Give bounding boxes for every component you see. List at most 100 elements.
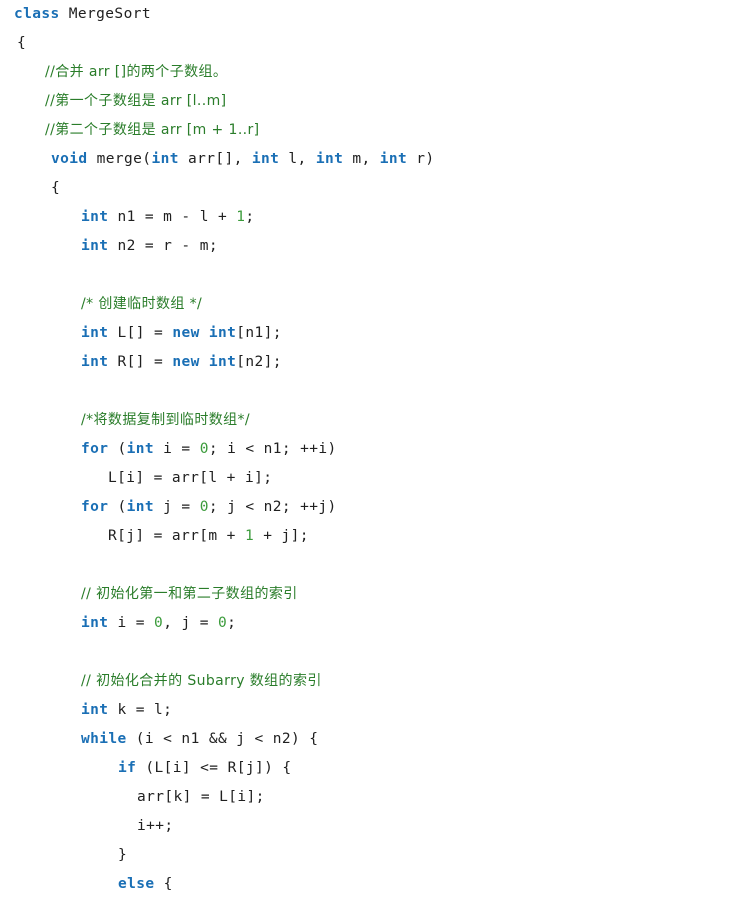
- code-token-keyword: int: [81, 209, 109, 225]
- code-line: R[j] = arr[m + 1 + j];: [0, 522, 732, 551]
- code-token-plain: ; j < n2; ++j): [208, 499, 337, 515]
- code-line: int R[] = new int[n2];: [0, 348, 732, 377]
- code-token-plain: ; i < n1; ++i): [208, 441, 337, 457]
- code-line: /* 创建临时数组 */: [0, 290, 732, 319]
- code-line: else {: [0, 870, 732, 899]
- code-line: //第二个子数组是 arr [m + 1..r]: [0, 116, 732, 145]
- code-token-comment: //第二个子数组是 arr [m + 1..r]: [45, 122, 260, 138]
- code-token-comment: // 初始化第一和第二子数组的索引: [81, 586, 298, 602]
- code-token-plain: arr[],: [178, 151, 252, 167]
- code-token-number: 0: [154, 615, 164, 631]
- code-token-number: 0: [217, 615, 228, 631]
- code-line: {: [0, 174, 732, 203]
- code-line: // 初始化第一和第二子数组的索引: [0, 580, 732, 609]
- code-token-comment: /*将数据复制到临时数组*/: [81, 412, 251, 428]
- code-token-keyword: int: [151, 151, 179, 167]
- code-token-plain: {: [17, 35, 27, 51]
- code-token-keyword: int: [208, 354, 237, 370]
- code-line: int L[] = new int[n1];: [0, 319, 732, 348]
- code-line: for (int i = 0; i < n1; ++i): [0, 435, 732, 464]
- code-token-keyword: int: [81, 354, 109, 370]
- code-token-plain: n1 = m - l +: [108, 209, 237, 225]
- code-token-plain: {: [154, 876, 173, 892]
- code-token-plain: MergeSort: [59, 6, 151, 22]
- code-line: while (i < n1 && j < n2) {: [0, 725, 732, 754]
- code-token-plain: (: [108, 441, 127, 457]
- code-line: L[i] = arr[l + i];: [0, 464, 732, 493]
- code-token-plain: ;: [227, 615, 237, 631]
- code-line: i++;: [0, 812, 732, 841]
- code-token-keyword: class: [14, 6, 60, 22]
- code-token-keyword: int: [81, 238, 109, 254]
- code-token-plain: (i < n1 && j < n2) {: [126, 731, 319, 747]
- code-token-plain: [n1];: [236, 325, 282, 341]
- code-token-plain: j =: [154, 499, 200, 515]
- code-line: //第一个子数组是 arr [l..m]: [0, 87, 732, 116]
- code-token-keyword: if: [118, 760, 137, 776]
- code-token-plain: L[] =: [108, 325, 173, 341]
- code-token-plain: arr[k] = L[i];: [137, 789, 265, 805]
- code-line: int n2 = r - m;: [0, 232, 732, 261]
- code-token-plain: [n2];: [236, 354, 282, 370]
- code-token-keyword: void: [51, 151, 88, 167]
- code-listing: class MergeSort { //合并 arr []的两个子数组。 //第一个子…: [0, 0, 732, 892]
- code-token-plain: R[j] = arr[m +: [108, 528, 245, 544]
- code-token-plain: i++;: [137, 818, 174, 834]
- code-token-plain: R[] =: [108, 354, 173, 370]
- code-token-keyword: new: [172, 354, 200, 370]
- code-line: // 初始化合并的 Subarry 数组的索引: [0, 667, 732, 696]
- code-line: int n1 = m - l + 1;: [0, 203, 732, 232]
- code-token-comment: // 初始化合并的 Subarry 数组的索引: [81, 673, 322, 689]
- code-token-comment: /* 创建临时数组 */: [81, 296, 203, 312]
- code-token-comment: //合并 arr []的两个子数组。: [45, 64, 228, 80]
- code-token-keyword: int: [251, 151, 280, 167]
- code-token-keyword: int: [208, 325, 237, 341]
- code-token-keyword: for: [81, 441, 109, 457]
- code-line: int k = l;: [0, 696, 732, 725]
- code-token-comment: //第一个子数组是 arr [l..m]: [45, 93, 227, 109]
- code-line: }: [0, 841, 732, 870]
- code-line: /*将数据复制到临时数组*/: [0, 406, 732, 435]
- code-token-keyword: int: [379, 151, 408, 167]
- code-token-plain: + j];: [254, 528, 309, 544]
- code-line: //合并 arr []的两个子数组。: [0, 58, 732, 87]
- code-token-plain: ;: [245, 209, 255, 225]
- code-token-plain: i =: [108, 615, 155, 631]
- code-token-keyword: int: [81, 702, 109, 718]
- code-token-number: 0: [199, 441, 209, 457]
- code-token-plain: }: [118, 847, 128, 863]
- code-line: int i = 0, j = 0;: [0, 609, 732, 638]
- code-line: {: [0, 29, 732, 58]
- code-token-plain: (: [108, 499, 127, 515]
- code-token-plain: L[i] = arr[l + i];: [108, 470, 273, 486]
- code-token-number: 0: [199, 499, 209, 515]
- code-token-plain: , j =: [163, 615, 218, 631]
- code-token-keyword: int: [126, 499, 155, 515]
- code-token-number: 1: [244, 528, 255, 544]
- code-line: if (L[i] <= R[j]) {: [0, 754, 732, 783]
- code-token-plain: m,: [343, 151, 380, 167]
- code-line: void merge(int arr[], int l, int m, int …: [0, 145, 732, 174]
- code-token-keyword: int: [315, 151, 344, 167]
- code-token-plain: merge(: [87, 151, 152, 167]
- code-token-plain: n2 = r - m;: [108, 238, 218, 254]
- code-token-keyword: int: [81, 615, 109, 631]
- code-token-plain: r): [407, 151, 435, 167]
- code-token-keyword: else: [118, 876, 155, 892]
- code-token-keyword: new: [172, 325, 200, 341]
- code-line: arr[k] = L[i];: [0, 783, 732, 812]
- code-token-keyword: for: [81, 499, 109, 515]
- code-line: class MergeSort: [0, 0, 732, 29]
- code-token-keyword: int: [81, 325, 109, 341]
- code-token-number: 1: [236, 209, 246, 225]
- code-token-plain: l,: [279, 151, 316, 167]
- code-token-plain: k = l;: [108, 702, 173, 718]
- code-line: for (int j = 0; j < n2; ++j): [0, 493, 732, 522]
- code-token-plain: {: [51, 180, 61, 196]
- code-token-keyword: int: [126, 441, 155, 457]
